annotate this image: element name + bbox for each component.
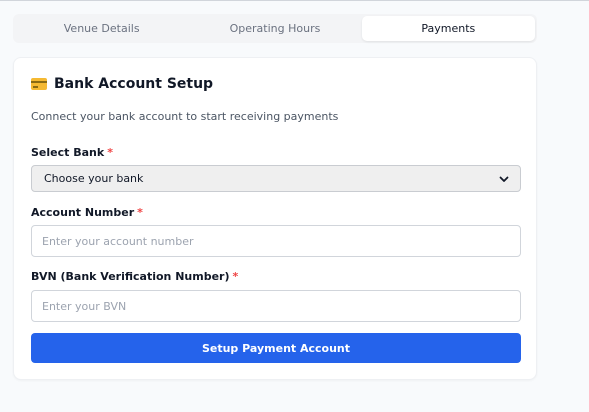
tab-venue-details[interactable]: Venue Details [15,16,188,41]
bank-account-card: Bank Account Setup Connect your bank acc… [13,57,537,380]
select-bank-label-text: Select Bank [31,146,105,159]
tab-operating-hours[interactable]: Operating Hours [188,16,361,41]
card-subtitle: Connect your bank account to start recei… [31,110,339,123]
tab-payments[interactable]: Payments [361,16,535,41]
required-marker: * [137,206,143,219]
bvn-input[interactable] [31,290,521,322]
required-marker: * [107,146,113,159]
account-number-label: Account Number * [31,206,143,219]
bank-select[interactable]: Choose your bank [31,165,521,192]
chevron-down-icon [499,176,509,182]
card-title: Bank Account Setup [54,76,214,92]
credit-card-icon [31,78,47,90]
top-divider [0,0,589,1]
bvn-label: BVN (Bank Verification Number) * [31,270,238,283]
bvn-label-text: BVN (Bank Verification Number) [31,270,230,283]
bank-select-value: Choose your bank [44,172,144,185]
account-number-input[interactable] [31,225,521,257]
tab-bar: Venue Details Operating Hours Payments [13,14,537,43]
card-header: Bank Account Setup [31,76,213,92]
select-bank-label: Select Bank * [31,146,113,159]
required-marker: * [232,270,239,283]
setup-payment-account-button[interactable]: Setup Payment Account [31,333,521,363]
account-number-label-text: Account Number [31,206,135,219]
